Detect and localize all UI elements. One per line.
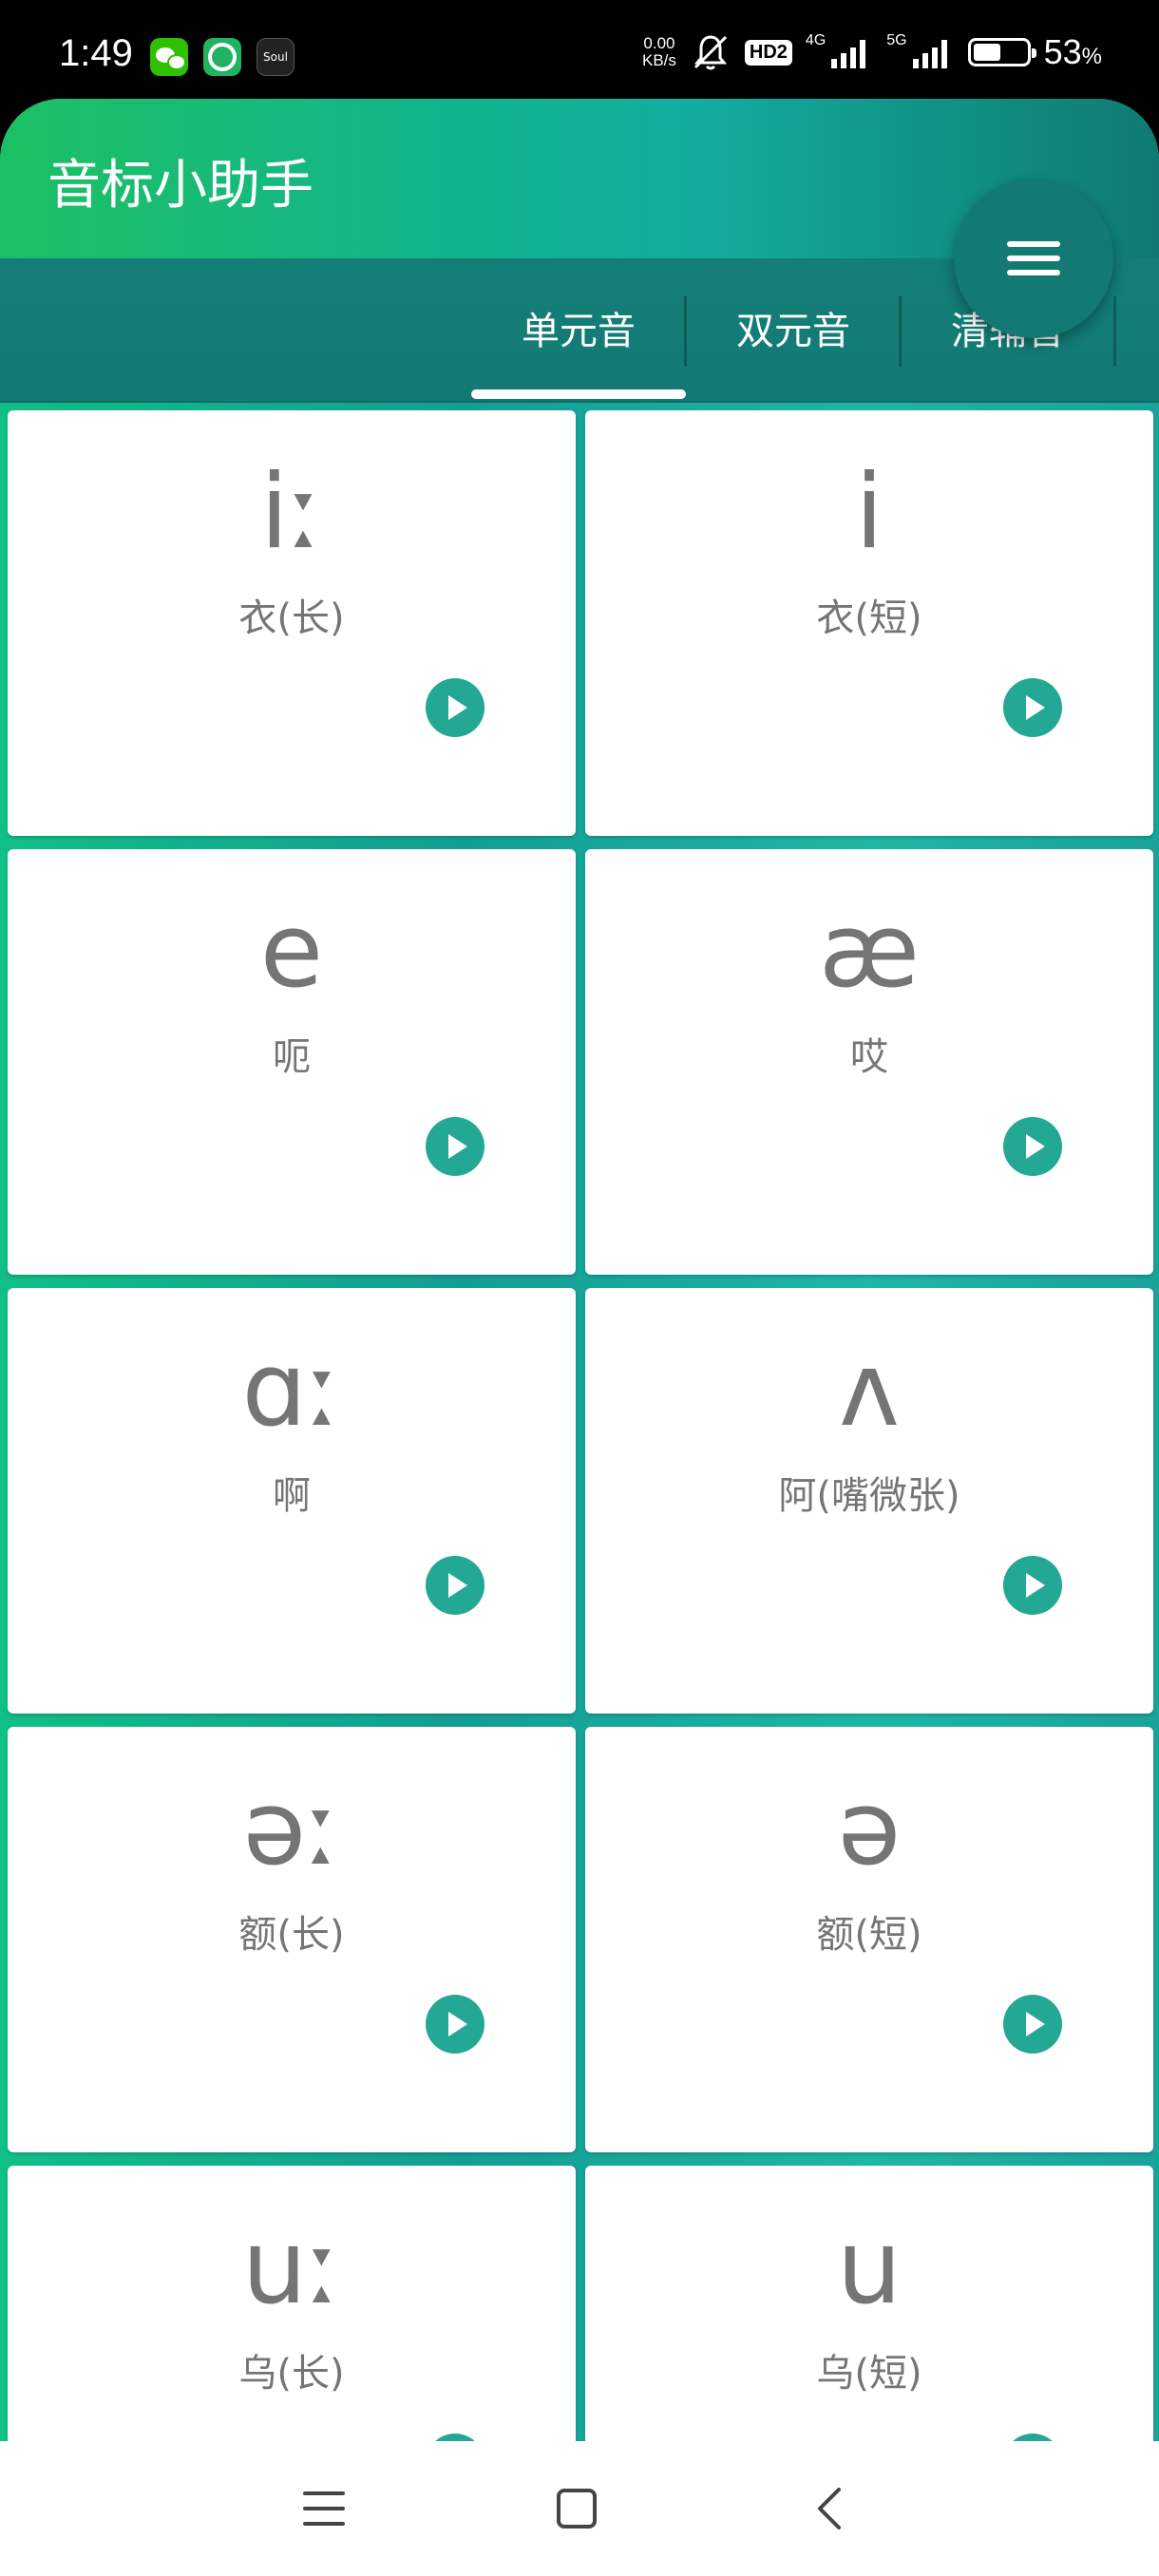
play-icon[interactable]	[1003, 1995, 1062, 2054]
tab-monophthongs[interactable]: 单元音	[471, 298, 686, 365]
phonetic-card-grid: iː 衣(长) i 衣(短) e 呃 æ 哎 ɑː 啊 ʌ 阿(嘴微张) əː …	[0, 405, 1159, 2441]
play-icon[interactable]	[426, 678, 484, 737]
network-speed-unit: KB/s	[642, 51, 676, 69]
phonetic-card[interactable]: æ 哎	[585, 849, 1153, 1275]
phonetic-symbol: æ	[818, 892, 921, 1011]
pronunciation-hint: 乌(长)	[238, 2352, 345, 2396]
status-indicators: 0.00 KB/s HD2 4G 5G 53%	[642, 28, 1102, 76]
phonetic-symbol: e	[259, 892, 324, 1011]
network-speed: 0.00 KB/s	[642, 35, 676, 69]
play-icon[interactable]	[426, 1995, 484, 2054]
play-icon[interactable]	[426, 1556, 484, 1615]
status-time: 1:49	[59, 32, 133, 74]
soul-icon: Soul	[256, 38, 294, 76]
phonetic-symbol: ə	[837, 1770, 902, 1888]
system-nav-bar	[0, 2441, 1159, 2576]
play-icon[interactable]	[426, 2434, 484, 2441]
battery-percent: 53%	[1043, 32, 1102, 71]
battery-icon	[967, 38, 1036, 66]
network-speed-value: 0.00	[643, 34, 675, 52]
active-tab-indicator	[471, 389, 686, 399]
phonetic-card[interactable]: e 呃	[8, 849, 576, 1275]
menu-button[interactable]	[954, 179, 1113, 338]
tab-diphthongs[interactable]: 双元音	[686, 298, 901, 365]
play-icon[interactable]	[426, 1117, 484, 1176]
pronunciation-hint: 啊	[273, 1474, 311, 1518]
tab-divider	[1113, 296, 1116, 367]
pronunciation-hint: 额(长)	[238, 1913, 345, 1957]
phonetic-symbol: uː	[241, 2208, 342, 2327]
mute-icon	[690, 31, 732, 73]
wechat-icon	[150, 38, 188, 76]
app-title: 音标小助手	[48, 155, 314, 217]
home-icon[interactable]	[543, 2475, 610, 2542]
play-icon[interactable]	[1003, 1556, 1062, 1615]
sim2-network-label: 5G	[886, 32, 907, 48]
phonetic-card[interactable]: əː 额(长)	[8, 1727, 576, 2152]
sim1-network-label: 4G	[805, 32, 826, 48]
signal-icon	[829, 36, 873, 68]
play-icon[interactable]	[1003, 678, 1062, 737]
pronunciation-hint: 乌(短)	[816, 2352, 922, 2396]
pronunciation-hint: 额(短)	[816, 1913, 922, 1957]
pronunciation-hint: 衣(短)	[816, 597, 922, 640]
play-icon[interactable]	[1003, 2434, 1062, 2441]
phonetic-card[interactable]: uː 乌(长)	[8, 2166, 576, 2441]
phonetic-symbol: əː	[242, 1770, 341, 1888]
phonetic-card[interactable]: i 衣(短)	[585, 410, 1153, 836]
pronunciation-hint: 呃	[273, 1035, 311, 1079]
menu-icon[interactable]	[291, 2475, 357, 2542]
phonetic-card[interactable]: ɑː 啊	[8, 1288, 576, 1714]
battery-fill	[973, 44, 1001, 61]
tab-divider-line	[0, 401, 1159, 403]
phonetic-symbol: i	[854, 453, 884, 572]
play-icon[interactable]	[1003, 1117, 1062, 1176]
phonetic-symbol: ʌ	[839, 1331, 900, 1449]
browser-icon	[203, 38, 241, 76]
app-window: 音标小助手 单元音 双元音 清辅音 iː 衣(长) i 衣(短)	[0, 99, 1159, 2441]
back-icon[interactable]	[796, 2475, 863, 2542]
pronunciation-hint: 阿(嘴微张)	[778, 1474, 960, 1518]
status-bar: 1:49 Soul 0.00 KB/s HD2 4G 5G 53%	[0, 0, 1159, 99]
phonetic-card[interactable]: ə 额(短)	[585, 1727, 1153, 2152]
phonetic-card[interactable]: ʌ 阿(嘴微张)	[585, 1288, 1153, 1714]
phonetic-symbol: u	[836, 2208, 902, 2327]
phonetic-card[interactable]: iː 衣(长)	[8, 410, 576, 836]
phonetic-symbol: iː	[259, 453, 324, 572]
pronunciation-hint: 衣(长)	[238, 597, 345, 640]
pronunciation-hint: 哎	[850, 1035, 888, 1079]
phonetic-symbol: ɑː	[241, 1331, 342, 1449]
hamburger-menu-icon	[1007, 233, 1060, 284]
hd-badge: HD2	[744, 39, 792, 66]
signal-icon	[911, 36, 955, 68]
phonetic-card[interactable]: u 乌(短)	[585, 2166, 1153, 2441]
